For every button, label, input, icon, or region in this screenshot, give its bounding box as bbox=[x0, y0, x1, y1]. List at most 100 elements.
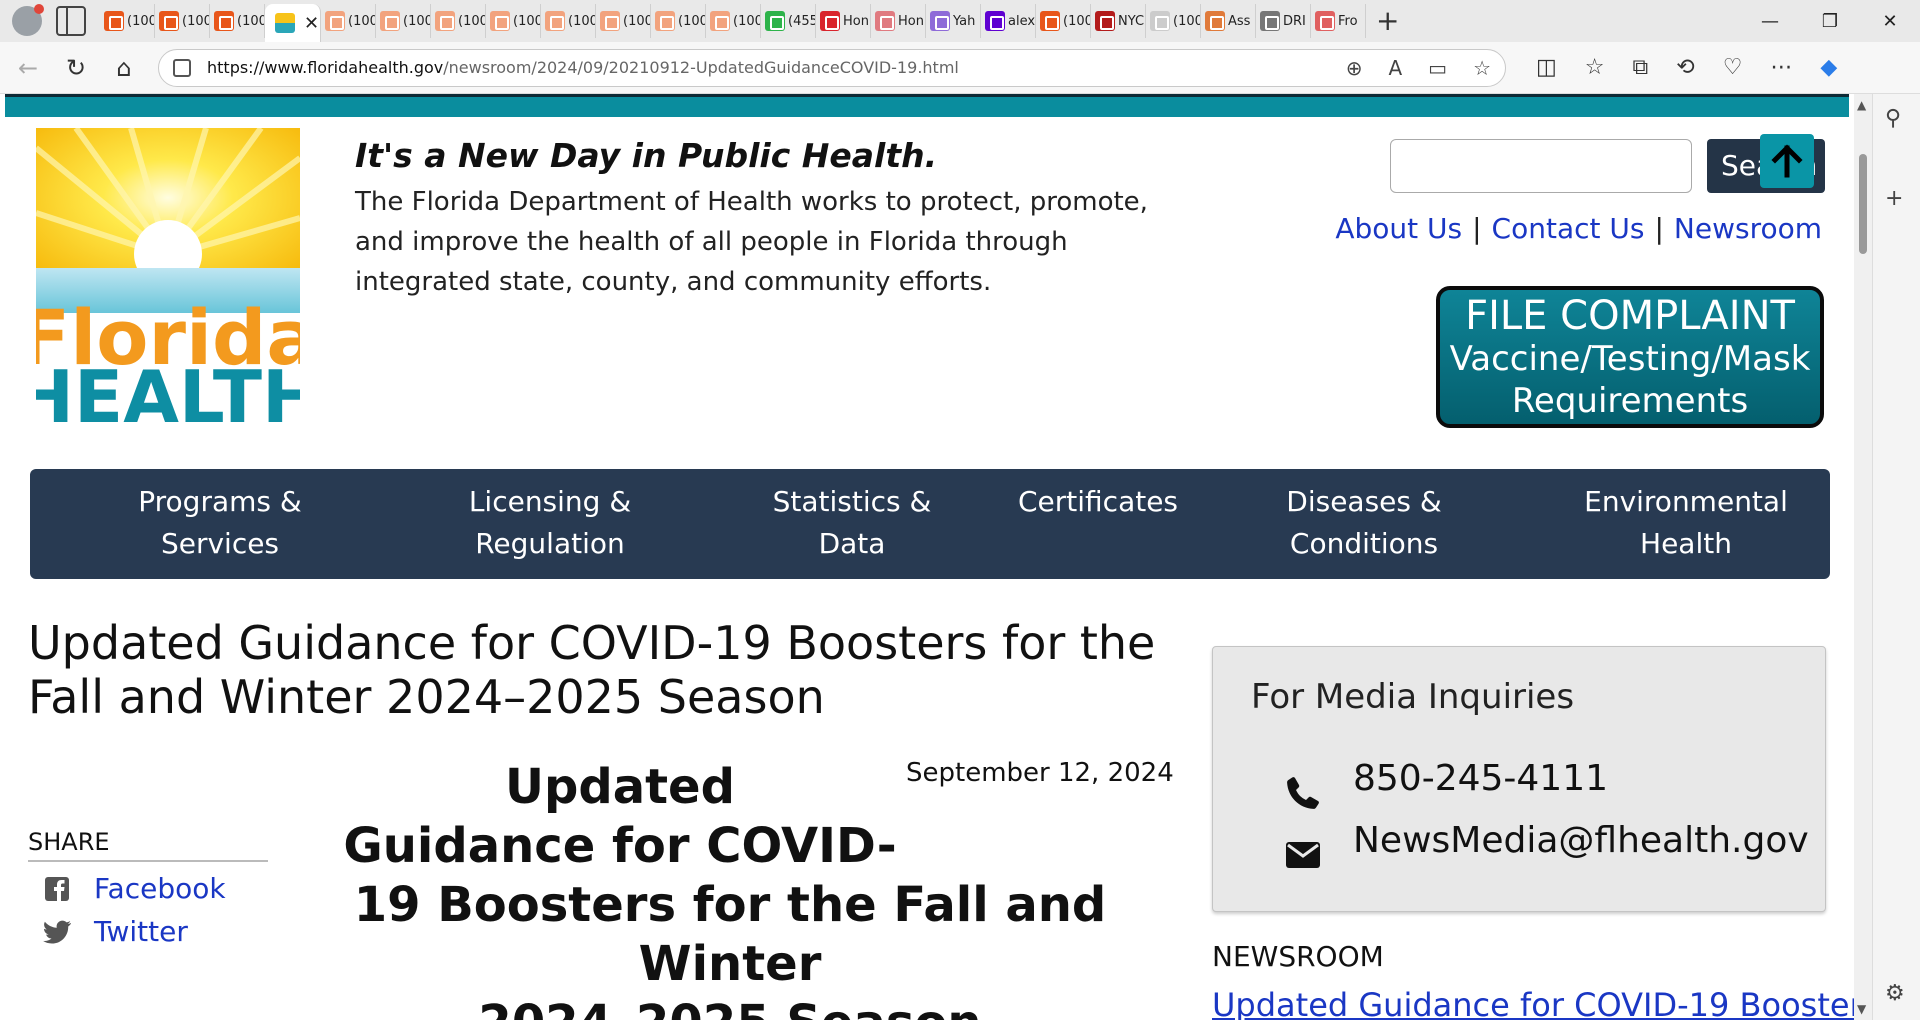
browser-tab[interactable]: Hon bbox=[816, 4, 871, 38]
web-page: Florida HEALTH It's a New Day in Public … bbox=[0, 94, 1854, 1020]
nav-certificates[interactable]: Certificates bbox=[968, 481, 1228, 523]
media-email-row: NewsMedia@flhealth.gov bbox=[1283, 805, 1809, 875]
history-icon[interactable]: ⟲ bbox=[1676, 55, 1694, 80]
profile-avatar[interactable] bbox=[12, 4, 44, 36]
scrollbar-thumb[interactable] bbox=[1859, 154, 1867, 254]
site-info-icon[interactable] bbox=[173, 58, 191, 77]
nav-statistics-data[interactable]: Statistics & Data bbox=[722, 481, 982, 565]
close-tab-icon[interactable]: ✕ bbox=[304, 13, 319, 34]
refresh-button[interactable]: ↻ bbox=[56, 48, 96, 88]
sidebar-search-icon[interactable]: ⚲ bbox=[1885, 106, 1901, 131]
newsroom-link[interactable]: Newsroom bbox=[1674, 212, 1822, 245]
file-complaint-button[interactable]: FILE COMPLAINT Vaccine/Testing/Mask Requ… bbox=[1436, 286, 1824, 428]
browser-tab-active[interactable]: ✕ bbox=[265, 4, 321, 42]
browser-tab[interactable]: (100 bbox=[706, 4, 761, 38]
favorites-icon[interactable]: ☆ bbox=[1585, 55, 1605, 80]
page-scrollbar[interactable]: ▲ ▼ bbox=[1854, 94, 1872, 1020]
tab-title: (100 bbox=[568, 13, 596, 29]
logo-graphic: Florida HEALTH bbox=[36, 128, 300, 426]
tagline: It's a New Day in Public Health. bbox=[355, 136, 938, 175]
browser-tab[interactable]: (100 bbox=[596, 4, 651, 38]
browser-tab[interactable]: Hon bbox=[871, 4, 926, 38]
complaint-line-2: Vaccine/Testing/Mask bbox=[1449, 339, 1811, 379]
share-twitter[interactable]: Twitter bbox=[28, 915, 268, 948]
contact-us-link[interactable]: Contact Us bbox=[1492, 212, 1645, 245]
nav-diseases-conditions[interactable]: Diseases & Conditions bbox=[1234, 481, 1494, 565]
split-screen-icon[interactable]: ◫ bbox=[1536, 55, 1557, 80]
favorite-star-icon[interactable]: ☆ bbox=[1473, 56, 1491, 80]
read-aloud-icon[interactable]: A bbox=[1388, 56, 1402, 80]
nav-licensing-regulation[interactable]: Licensing & Regulation bbox=[420, 481, 680, 565]
browser-tab[interactable]: NYC bbox=[1091, 4, 1146, 38]
tab-title: (100 bbox=[733, 13, 761, 29]
browser-tab[interactable]: (100 bbox=[651, 4, 706, 38]
sidebar-settings-icon[interactable]: ⚙ bbox=[1885, 981, 1905, 1006]
sidebar-add-icon[interactable]: + bbox=[1885, 186, 1903, 211]
media-email[interactable]: NewsMedia@flhealth.gov bbox=[1353, 820, 1809, 861]
envelope-icon bbox=[1283, 835, 1323, 875]
browser-tab[interactable]: alex bbox=[981, 4, 1036, 38]
back-button[interactable]: ← bbox=[8, 48, 48, 88]
tab-favicon-icon bbox=[1150, 11, 1170, 31]
search-input[interactable] bbox=[1390, 139, 1692, 193]
scroll-down-arrow-icon[interactable]: ▼ bbox=[1857, 1002, 1866, 1016]
media-phone[interactable]: 850-245-4111 bbox=[1353, 758, 1608, 799]
new-tab-button[interactable]: + bbox=[1376, 7, 1399, 35]
tab-favicon-icon bbox=[820, 11, 840, 31]
collections-icon[interactable]: ⧉ bbox=[1633, 55, 1649, 80]
browser-tab[interactable]: (100 bbox=[376, 4, 431, 38]
about-us-link[interactable]: About Us bbox=[1335, 212, 1462, 245]
headline-line: Guidance for COVID- bbox=[343, 818, 897, 874]
headline-line: Updated bbox=[505, 759, 735, 815]
tab-title: (100 bbox=[678, 13, 706, 29]
main-navigation: Programs & Services Licensing & Regulati… bbox=[30, 469, 1830, 579]
browser-tab[interactable]: (100 bbox=[541, 4, 596, 38]
browser-tab[interactable]: (100 bbox=[1146, 4, 1201, 38]
browser-tab[interactable]: Ass bbox=[1201, 4, 1256, 38]
newsroom-article-link[interactable]: Updated Guidance for COVID-19 Boosters bbox=[1212, 986, 1854, 1020]
browser-tab[interactable]: (100 bbox=[431, 4, 486, 38]
facebook-link[interactable]: Facebook bbox=[94, 872, 226, 905]
tab-favicon-icon bbox=[275, 13, 295, 33]
florida-health-logo[interactable]: Florida HEALTH bbox=[36, 128, 300, 426]
zoom-icon[interactable]: ⊕ bbox=[1346, 56, 1363, 80]
browser-tab[interactable]: (100 bbox=[1036, 4, 1091, 38]
browser-tab[interactable]: (100 bbox=[155, 4, 210, 38]
nav-label: Health bbox=[1640, 527, 1732, 560]
copilot-icon[interactable]: ◆ bbox=[1820, 55, 1837, 80]
browser-tab[interactable]: (100 bbox=[321, 4, 376, 38]
nav-programs-services[interactable]: Programs & Services bbox=[90, 481, 350, 565]
tab-actions-icon[interactable] bbox=[56, 6, 86, 36]
url-text[interactable]: https://www.floridahealth.gov/newsroom/2… bbox=[207, 58, 959, 77]
complaint-line-3: Requirements bbox=[1511, 381, 1749, 421]
browser-tab[interactable]: Yah bbox=[926, 4, 981, 38]
restore-button[interactable]: ❐ bbox=[1800, 0, 1860, 42]
browser-tab[interactable]: (455 bbox=[761, 4, 816, 38]
close-window-button[interactable]: ✕ bbox=[1860, 0, 1920, 42]
reader-view-icon[interactable]: ▭ bbox=[1428, 56, 1447, 80]
twitter-link[interactable]: Twitter bbox=[94, 915, 188, 948]
window-controls: — ❐ ✕ bbox=[1740, 0, 1920, 42]
more-menu-icon[interactable]: ⋯ bbox=[1770, 55, 1792, 80]
nav-environmental-health[interactable]: Environmental Health bbox=[1536, 481, 1836, 565]
scroll-to-top-button[interactable] bbox=[1760, 134, 1814, 188]
tab-favicon-icon bbox=[1260, 11, 1280, 31]
browser-tab[interactable]: Fro bbox=[1311, 4, 1366, 38]
scroll-up-arrow-icon[interactable]: ▲ bbox=[1857, 98, 1866, 112]
media-inquiries-title: For Media Inquiries bbox=[1251, 677, 1575, 717]
tab-favicon-icon bbox=[159, 11, 179, 31]
tab-title: Hon bbox=[898, 13, 924, 29]
home-button[interactable]: ⌂ bbox=[104, 48, 144, 88]
nav-label: Programs & bbox=[138, 485, 302, 518]
browser-tab[interactable]: (100 bbox=[210, 4, 265, 38]
minimize-button[interactable]: — bbox=[1740, 0, 1800, 42]
address-bar-row: ← ↻ ⌂ https://www.floridahealth.gov/news… bbox=[0, 42, 1920, 94]
tab-title: (100 bbox=[513, 13, 541, 29]
browser-tab[interactable]: DRI bbox=[1256, 4, 1311, 38]
browser-tab[interactable]: (100 bbox=[100, 4, 155, 38]
url-field[interactable]: https://www.floridahealth.gov/newsroom/2… bbox=[158, 48, 1506, 87]
tab-title: Ass bbox=[1228, 13, 1251, 29]
performance-icon[interactable]: ♡ bbox=[1723, 55, 1743, 80]
browser-tab[interactable]: (100 bbox=[486, 4, 541, 38]
share-facebook[interactable]: Facebook bbox=[28, 872, 268, 905]
